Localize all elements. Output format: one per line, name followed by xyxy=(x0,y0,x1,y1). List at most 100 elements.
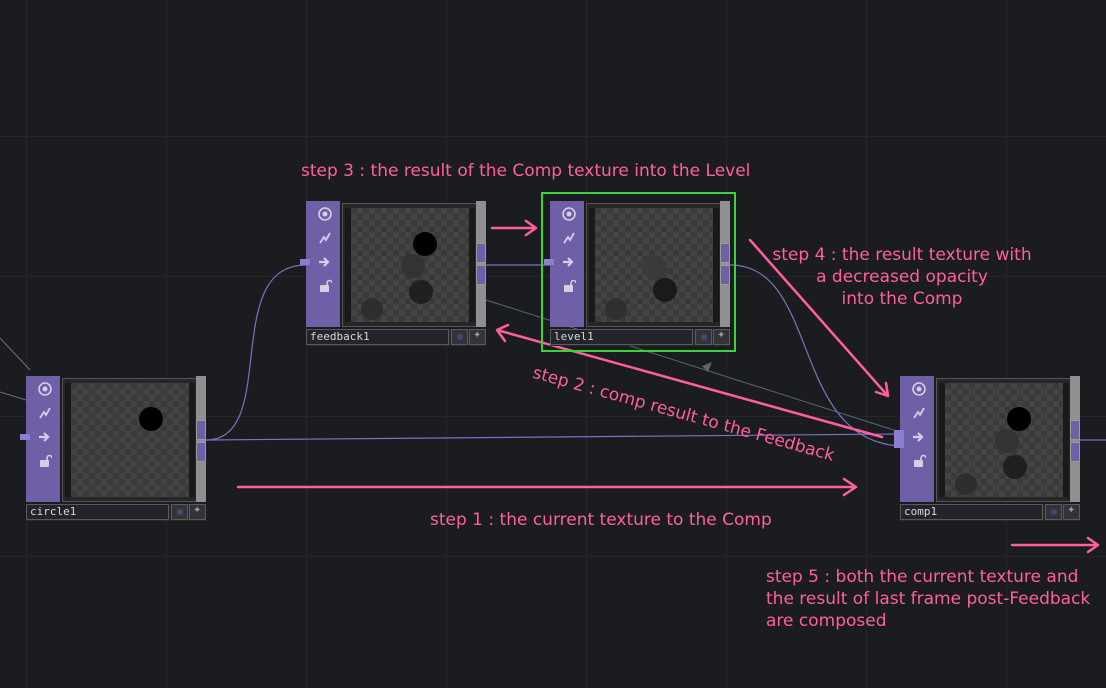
wire-circle1-feedback1 xyxy=(205,264,307,441)
node-footer: comp1 xyxy=(900,504,1080,521)
viewer-border-left xyxy=(939,383,945,497)
annotation-step4-line3: into the Comp xyxy=(841,289,963,309)
node-comp1[interactable]: comp1 xyxy=(894,376,1080,522)
node-options-button[interactable] xyxy=(713,329,730,345)
circle-echo-1 xyxy=(995,429,1019,453)
node-circle1[interactable]: circle1 xyxy=(20,376,206,522)
lock-icon[interactable] xyxy=(316,277,334,295)
bypass-icon[interactable] xyxy=(316,229,334,247)
viewer-active-icon[interactable] xyxy=(560,205,578,223)
cook-arrow-icon[interactable] xyxy=(36,428,54,446)
circle-shape xyxy=(653,278,677,302)
node-options-button[interactable] xyxy=(189,504,206,520)
node-flag-button[interactable] xyxy=(1045,504,1062,520)
annotation-step5-line3: are composed xyxy=(766,611,887,631)
texture-preview xyxy=(939,383,1069,497)
annotation-step1: step 1 : the current texture to the Comp xyxy=(430,510,772,530)
output-connector[interactable] xyxy=(196,420,206,440)
node-footer: circle1 xyxy=(26,504,206,521)
node-right-bar xyxy=(476,201,486,327)
node-side-panel xyxy=(306,201,340,327)
node-side-panel xyxy=(550,201,584,327)
bypass-icon[interactable] xyxy=(560,229,578,247)
circle-echo-2 xyxy=(1003,455,1027,479)
texture-preview xyxy=(345,208,475,322)
viewer-active-icon[interactable] xyxy=(36,380,54,398)
viewer-border-right xyxy=(713,208,719,322)
input-connector[interactable] xyxy=(20,434,30,440)
input-connector[interactable] xyxy=(894,430,904,448)
bypass-icon[interactable] xyxy=(36,404,54,422)
node-footer: level1 xyxy=(550,329,730,346)
viewer-active-icon[interactable] xyxy=(316,205,334,223)
viewer-border-right xyxy=(469,208,475,322)
node-name-field[interactable]: comp1 xyxy=(900,504,1043,520)
node-flag-button[interactable] xyxy=(171,504,188,520)
circle-shape xyxy=(139,407,163,431)
node-name-field[interactable]: feedback1 xyxy=(306,329,449,345)
node-right-bar xyxy=(720,201,730,327)
annotation-step3: step 3 : the result of the Comp texture … xyxy=(301,161,751,181)
annotation-step5: step 5 : both the current texture and th… xyxy=(766,566,1090,632)
viewer-border-left xyxy=(589,208,595,322)
output-connector-2[interactable] xyxy=(476,265,486,285)
arrow-step5 xyxy=(1010,536,1100,554)
output-connector[interactable] xyxy=(476,243,486,263)
node-viewer xyxy=(936,378,1072,502)
output-connector[interactable] xyxy=(720,243,730,263)
annotation-step5-line1: step 5 : both the current texture and xyxy=(766,567,1079,587)
circle-echo-1 xyxy=(643,256,667,280)
wire-ref-arrow xyxy=(702,362,712,372)
circle-echo-3 xyxy=(361,298,383,320)
arrow-step3 xyxy=(490,219,538,237)
node-options-button[interactable] xyxy=(1063,504,1080,520)
cook-arrow-icon[interactable] xyxy=(910,428,928,446)
lock-icon[interactable] xyxy=(910,452,928,470)
node-level1[interactable]: level1 xyxy=(544,201,730,347)
node-side-panel xyxy=(900,376,934,502)
node-side-panel xyxy=(26,376,60,502)
viewer-active-icon[interactable] xyxy=(910,380,928,398)
node-flag-button[interactable] xyxy=(451,329,468,345)
viewer-border-left xyxy=(65,383,71,497)
output-connector[interactable] xyxy=(1070,420,1080,440)
arrow-step1 xyxy=(236,477,858,497)
wire-offscreen-b xyxy=(0,391,27,401)
node-feedback1[interactable]: feedback1 xyxy=(300,201,486,347)
circle-echo-3 xyxy=(955,473,977,495)
annotation-step4: step 4 : the result texture with a decre… xyxy=(762,244,1042,310)
node-options-button[interactable] xyxy=(469,329,486,345)
circle-shape xyxy=(1007,407,1031,431)
node-viewer xyxy=(62,378,198,502)
circle-echo-3 xyxy=(605,298,627,320)
output-connector-2[interactable] xyxy=(720,265,730,285)
output-connector-2[interactable] xyxy=(1070,442,1080,462)
wire-offscreen-a xyxy=(0,337,31,371)
annotation-step5-line2: the result of last frame post-Feedback xyxy=(766,589,1091,609)
node-name-field[interactable]: level1 xyxy=(550,329,693,345)
bypass-icon[interactable] xyxy=(910,404,928,422)
lock-icon[interactable] xyxy=(36,452,54,470)
node-viewer xyxy=(342,203,478,327)
node-viewer xyxy=(586,203,722,327)
texture-preview xyxy=(589,208,719,322)
lock-icon[interactable] xyxy=(560,277,578,295)
viewer-border-right xyxy=(189,383,195,497)
input-connector[interactable] xyxy=(300,259,310,265)
cook-arrow-icon[interactable] xyxy=(560,253,578,271)
node-flag-button[interactable] xyxy=(695,329,712,345)
circle-echo-1 xyxy=(401,254,425,278)
output-connector-2[interactable] xyxy=(196,442,206,462)
texture-preview xyxy=(65,383,195,497)
circle-shape xyxy=(413,232,437,256)
viewer-border-right xyxy=(1063,383,1069,497)
circle-echo-2 xyxy=(409,280,433,304)
annotation-step4-line1: step 4 : the result texture with xyxy=(772,245,1032,265)
annotation-step4-line2: a decreased opacity xyxy=(816,267,988,287)
node-footer: feedback1 xyxy=(306,329,486,346)
annotation-step2: step 2 : comp result to the Feedback xyxy=(530,362,837,466)
viewer-border-left xyxy=(345,208,351,322)
cook-arrow-icon[interactable] xyxy=(316,253,334,271)
input-connector[interactable] xyxy=(544,259,554,265)
node-name-field[interactable]: circle1 xyxy=(26,504,169,520)
